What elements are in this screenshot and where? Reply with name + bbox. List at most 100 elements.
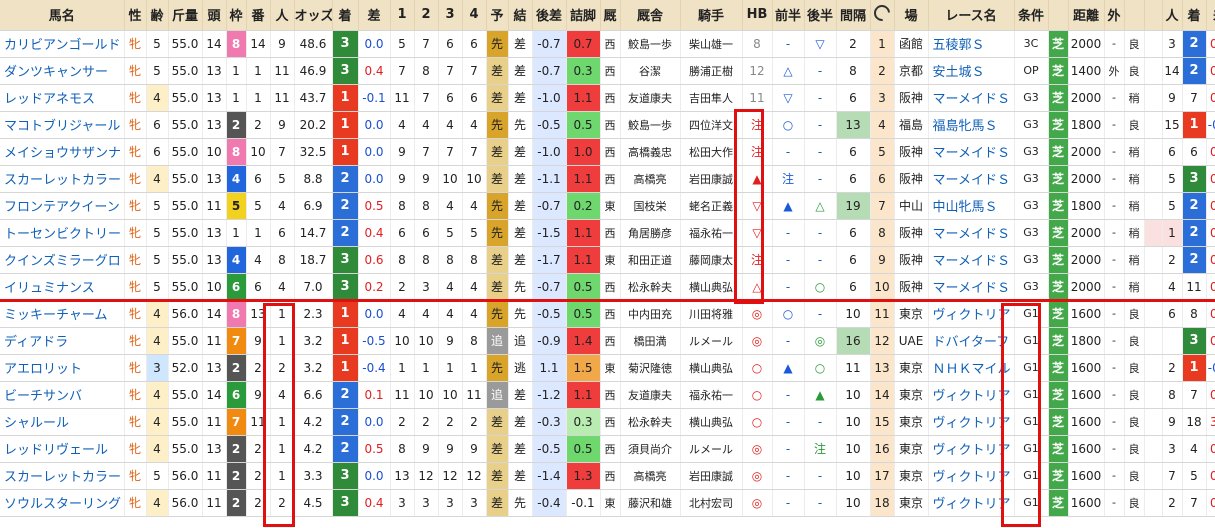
horse-name-link[interactable]: ダンツキャンサー: [0, 57, 125, 85]
race-name-link[interactable]: ヴィクトリア: [928, 381, 1015, 409]
col-header-11[interactable]: 1: [390, 0, 415, 31]
horse-name-link[interactable]: シャルール: [0, 408, 125, 436]
col-header-6[interactable]: 番: [246, 0, 271, 31]
race-name-link[interactable]: ヴィクトリア: [928, 300, 1015, 328]
table-row[interactable]: スカーレットカラー牝 5 56.0 11 2 2 1 3.3 3 0.0 13 12 12 12 差差 -1.…: [0, 462, 1215, 490]
table-row[interactable]: アエロリット牝 3 52.0 13 2 2 2 3.2 1 -0.4 1 1 1 1 先逃 1.1 1.5 東菊沢…: [0, 354, 1215, 382]
col-header-33[interactable]: [1124, 0, 1145, 31]
horse-name-link[interactable]: スカーレットカラー: [0, 165, 125, 193]
race-name-link[interactable]: マーメイドＳ: [928, 273, 1015, 301]
finish-cell: 3: [332, 489, 359, 517]
col-header-20[interactable]: 厩舎: [620, 0, 681, 31]
col-header-24[interactable]: 後半: [804, 0, 837, 31]
col-header-26[interactable]: [870, 0, 895, 31]
col-header-29[interactable]: 条件: [1014, 0, 1049, 31]
col-header-34[interactable]: [1144, 0, 1163, 31]
col-header-22[interactable]: HB: [742, 0, 773, 31]
race-name-link[interactable]: 安土城Ｓ: [928, 57, 1015, 85]
horse-name-link[interactable]: トーセンビクトリー: [0, 219, 125, 247]
table-row[interactable]: ディアドラ牝 4 55.0 11 7 9 1 3.2 1 -0.5 10 10 9 8 追追 -0.9 1.4 西…: [0, 327, 1215, 355]
horse-name-link[interactable]: スカーレットカラー: [0, 462, 125, 490]
table-row[interactable]: ソウルスターリング牝 4 56.0 11 2 2 2 4.5 3 0.4 3 3 3 3 差先 -0.4 -0.…: [0, 489, 1215, 517]
col-header-19[interactable]: 厩: [600, 0, 621, 31]
col-header-21[interactable]: 騎手: [680, 0, 743, 31]
race-name-link[interactable]: マーメイドＳ: [928, 138, 1015, 166]
race-name-link[interactable]: ヴィクトリア: [928, 435, 1015, 463]
table-row[interactable]: メイショウサザンナ牝 6 55.0 10 8 10 7 32.5 1 0.0 9 7 7 7 差差 -1.0 1…: [0, 138, 1215, 166]
going-cell: 良: [1124, 30, 1145, 58]
horse-name-link[interactable]: ディアドラ: [0, 327, 125, 355]
col-header-13[interactable]: 3: [438, 0, 463, 31]
col-header-5[interactable]: 枠: [226, 0, 247, 31]
col-header-18[interactable]: 詰脚: [566, 0, 601, 31]
col-header-27[interactable]: 場: [894, 0, 929, 31]
horse-name-link[interactable]: アエロリット: [0, 354, 125, 382]
interval-cell: 2: [836, 30, 871, 58]
col-header-16[interactable]: 結: [508, 0, 533, 31]
table-row[interactable]: ミッキーチャーム牝 4 56.0 14 8 13 1 2.3 1 0.0 4 4 4 4 先先 -0.5 0.5…: [0, 300, 1215, 328]
race-name-link[interactable]: 福島牝馬Ｓ: [928, 111, 1015, 139]
col-header-28[interactable]: レース名: [928, 0, 1015, 31]
col-header-4[interactable]: 頭: [202, 0, 227, 31]
horse-name-link[interactable]: レッドアネモス: [0, 84, 125, 112]
col-header-0[interactable]: 馬名: [0, 0, 125, 31]
race-name-link[interactable]: ドバイターフ: [928, 327, 1015, 355]
col-header-12[interactable]: 2: [414, 0, 439, 31]
refresh-icon[interactable]: [870, 1, 893, 25]
col-header-9[interactable]: 着: [332, 0, 359, 31]
horse-name-link[interactable]: メイショウサザンナ: [0, 138, 125, 166]
col-header-36[interactable]: 着: [1182, 0, 1207, 31]
race-name-link[interactable]: ＮＨＫマイル: [928, 354, 1015, 382]
race-name-link[interactable]: ヴィクトリア: [928, 462, 1015, 490]
field-size-cell: 13: [202, 57, 227, 85]
table-row[interactable]: クインズミラーグロ牝 5 55.0 13 4 4 8 18.7 3 0.6 8 8 8 8 差差 -1.7 1.…: [0, 246, 1215, 274]
table-row[interactable]: カリビアンゴールド牝 5 55.0 14 8 14 9 48.6 3 0.0 5 7 6 6 先差 -0.7 0…: [0, 30, 1215, 58]
race-name-link[interactable]: 中山牝馬Ｓ: [928, 192, 1015, 220]
race-name-link[interactable]: ヴィクトリア: [928, 489, 1015, 517]
table-row[interactable]: トーセンビクトリー牝 5 55.0 13 1 1 6 14.7 2 0.4 6 6 5 5 先差 -1.5 1.…: [0, 219, 1215, 247]
horse-name-link[interactable]: ソウルスターリング: [0, 489, 125, 517]
outer-cell: -: [1104, 138, 1125, 166]
horse-name-link[interactable]: フロンテアクイーン: [0, 192, 125, 220]
col-header-25[interactable]: 間隔: [836, 0, 871, 31]
table-row[interactable]: レッドリヴェール牝 4 55.0 13 2 2 1 4.2 2 0.5 8 9 9 9 差差 -0.5 0.5 西…: [0, 435, 1215, 463]
horse-name-link[interactable]: ビーチサンバ: [0, 381, 125, 409]
col-header-35[interactable]: 人: [1162, 0, 1183, 31]
col-header-2[interactable]: 齢: [146, 0, 169, 31]
col-header-37[interactable]: 差: [1206, 0, 1215, 31]
col-header-14[interactable]: 4: [462, 0, 487, 31]
col-header-30[interactable]: [1048, 0, 1069, 31]
table-row[interactable]: フロンテアクイーン牝 5 55.0 11 5 5 4 6.9 2 0.5 8 8 4 4 先差 -0.7 0.2…: [0, 192, 1215, 220]
table-row[interactable]: マコトブリジャール牝 6 55.0 13 2 2 9 20.2 1 0.0 4 4 4 4 先先 -0.5 0.…: [0, 111, 1215, 139]
col-header-10[interactable]: 差: [358, 0, 391, 31]
col-header-8[interactable]: オッズ: [294, 0, 333, 31]
table-row[interactable]: レッドアネモス牝 4 55.0 13 1 1 11 43.7 1 -0.1 11 7 6 6 差差 -1.0 1…: [0, 84, 1215, 112]
horse-name-link[interactable]: クインズミラーグロ: [0, 246, 125, 274]
col-header-3[interactable]: 斤量: [168, 0, 203, 31]
col-header-32[interactable]: 外: [1104, 0, 1125, 31]
race-name-link[interactable]: マーメイドＳ: [928, 246, 1015, 274]
table-row[interactable]: スカーレットカラー牝 4 55.0 13 4 6 5 8.8 2 0.0 9 9 10 10 差差 -1.1 1…: [0, 165, 1215, 193]
race-name-link[interactable]: マーメイドＳ: [928, 219, 1015, 247]
table-row[interactable]: シャルール牝 4 55.0 11 7 11 1 4.2 2 0.0 2 2 2 2 差差 -0.3 0.3 西松永…: [0, 408, 1215, 436]
horse-name-link[interactable]: マコトブリジャール: [0, 111, 125, 139]
race-name-link[interactable]: 五稜郭Ｓ: [928, 30, 1015, 58]
horse-name-link[interactable]: イリュミナンス: [0, 273, 125, 301]
table-row[interactable]: イリュミナンス牝 5 55.0 10 6 6 4 7.0 3 0.2 2 3 4 4 差先 -0.7 0.5 西松…: [0, 273, 1215, 301]
col-header-17[interactable]: 後差: [532, 0, 567, 31]
col-header-7[interactable]: 人: [270, 0, 295, 31]
horse-name-link[interactable]: ミッキーチャーム: [0, 300, 125, 328]
horse-name-link[interactable]: レッドリヴェール: [0, 435, 125, 463]
venue-cell: 福島: [894, 111, 929, 139]
col-header-15[interactable]: 予: [486, 0, 509, 31]
race-name-link[interactable]: マーメイドＳ: [928, 84, 1015, 112]
col-header-1[interactable]: 性: [124, 0, 147, 31]
race-name-link[interactable]: ヴィクトリア: [928, 408, 1015, 436]
col-header-23[interactable]: 前半: [772, 0, 805, 31]
number-cell: 1: [246, 219, 271, 247]
col-header-31[interactable]: 距離: [1068, 0, 1105, 31]
race-name-link[interactable]: マーメイドＳ: [928, 165, 1015, 193]
table-row[interactable]: ダンツキャンサー牝 5 55.0 13 1 1 11 46.9 3 0.4 7 8 7 7 差差 -0.7 0.…: [0, 57, 1215, 85]
table-row[interactable]: ビーチサンバ牝 4 55.0 14 6 9 4 6.6 2 0.1 11 10 10 11 追差 -1.2 1.…: [0, 381, 1215, 409]
horse-name-link[interactable]: カリビアンゴールド: [0, 30, 125, 58]
